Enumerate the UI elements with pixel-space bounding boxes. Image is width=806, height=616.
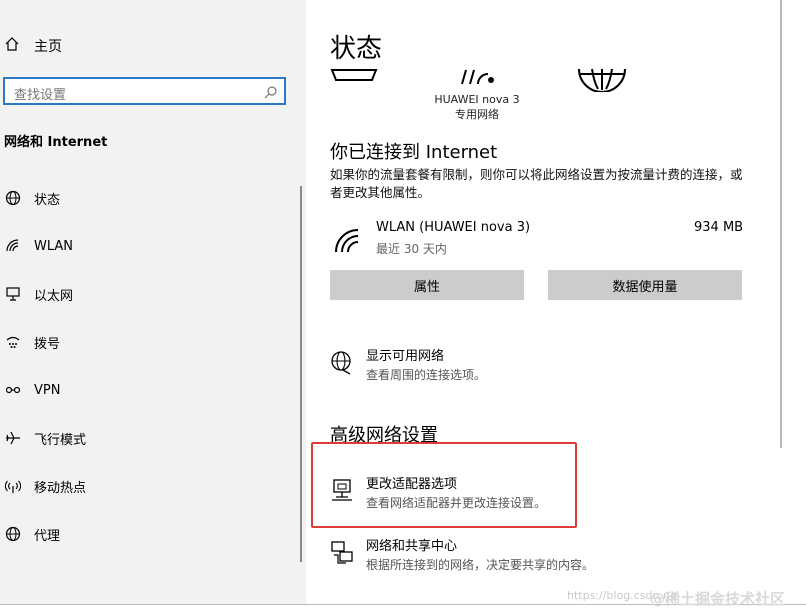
sidebar-item-label: WLAN <box>34 238 74 254</box>
sidebar-section-title: 网络和 Internet <box>4 135 108 150</box>
sidebar-item-label: 以太网 <box>34 288 74 304</box>
sidebar-item-label: 飞行模式 <box>34 432 87 448</box>
sidebar-item-vpn[interactable]: VPN <box>0 372 296 408</box>
sidebar: 主页 查找设置 网络和 Internet 状态 WLAN 以太网 拨号 VPN … <box>0 0 306 616</box>
sidebar-item-label: 代理 <box>34 528 61 544</box>
dialup-icon <box>2 334 24 350</box>
search-icon[interactable] <box>264 84 278 103</box>
globe-status-icon <box>2 190 24 206</box>
sidebar-item-label: 移动热点 <box>34 480 87 496</box>
sidebar-item-dialup[interactable]: 拨号 <box>0 324 296 360</box>
connected-heading: 你已连接到 Internet <box>330 142 498 163</box>
sidebar-item-hotspot[interactable]: 移动热点 <box>0 468 296 504</box>
wifi-icon <box>2 238 24 254</box>
network-caption: HUAWEI nova 3 专用网络 <box>422 92 532 122</box>
show-networks-title: 显示可用网络 <box>366 349 445 364</box>
hotspot-icon <box>2 478 24 494</box>
wifi-connection-icon <box>335 229 359 253</box>
sharing-center-link[interactable]: 网络和共享中心 根据所连接到的网络，决定要共享的内容。 <box>330 538 594 574</box>
home-icon <box>4 36 20 56</box>
sidebar-item-wlan[interactable]: WLAN <box>0 228 296 264</box>
network-caption-type: 专用网络 <box>455 108 499 121</box>
sharing-center-icon <box>330 540 358 574</box>
computer-icon <box>330 69 378 81</box>
vpn-icon <box>2 382 24 398</box>
search-placeholder: 查找设置 <box>14 88 67 103</box>
globe-internet-icon <box>578 68 626 92</box>
show-networks-link[interactable]: 显示可用网络 查看周围的连接选项。 <box>330 348 486 384</box>
page-title: 状态 <box>330 34 383 64</box>
properties-button[interactable]: 属性 <box>330 270 524 300</box>
sidebar-item-label: VPN <box>34 382 61 398</box>
sharing-center-desc: 根据所连接到的网络，决定要共享的内容。 <box>366 558 595 572</box>
home-nav-item[interactable]: 主页 <box>4 36 62 56</box>
show-networks-desc: 查看周围的连接选项。 <box>366 368 487 382</box>
sidebar-item-ethernet[interactable]: 以太网 <box>0 276 296 312</box>
main-scrollbar[interactable] <box>780 0 782 448</box>
connection-name: WLAN (HUAWEI nova 3) <box>376 220 531 235</box>
search-input[interactable]: 查找设置 <box>3 77 286 105</box>
connection-usage: 934 MB <box>694 220 744 235</box>
adapter-options-highlight <box>311 442 577 528</box>
sidebar-item-label: 状态 <box>34 192 61 208</box>
sharing-center-title: 网络和共享中心 <box>366 539 458 554</box>
sidebar-item-status[interactable]: 状态 <box>0 180 296 216</box>
connected-description: 如果你的流量套餐有限制，则你可以将此网络设置为按流量计费的连接，或者更改其他属性… <box>330 167 743 200</box>
watermark-brand: @稀土掘金技术社区 <box>650 590 786 608</box>
sidebar-item-proxy[interactable]: 代理 <box>0 516 296 552</box>
sidebar-scrollbar[interactable] <box>300 186 302 562</box>
airplane-icon <box>2 430 24 446</box>
data-usage-button[interactable]: 数据使用量 <box>548 270 742 300</box>
globe-proxy-icon <box>2 526 24 542</box>
globe-network-icon <box>330 350 358 384</box>
sidebar-item-airplane[interactable]: 飞行模式 <box>0 420 296 456</box>
sidebar-item-label: 拨号 <box>34 336 61 352</box>
wifi-signal-icon <box>461 69 494 85</box>
network-caption-name: HUAWEI nova 3 <box>434 93 520 106</box>
home-label: 主页 <box>34 39 62 55</box>
connection-period: 最近 30 天内 <box>376 242 447 256</box>
ethernet-icon <box>2 286 24 302</box>
